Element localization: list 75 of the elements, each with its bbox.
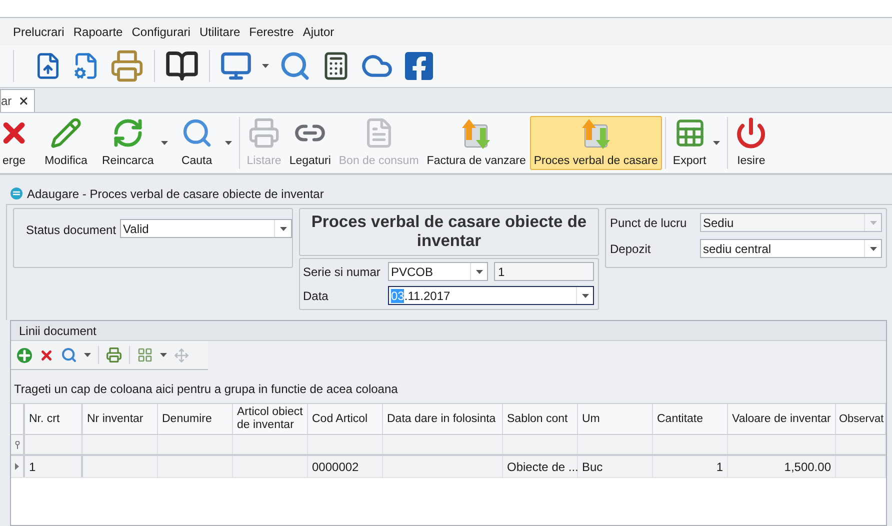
search-icon: [180, 117, 213, 149]
ribbon-button[interactable]: Iesire: [731, 116, 772, 170]
combo-box[interactable]: PVCOB: [388, 262, 488, 281]
field-label: Data: [303, 288, 330, 304]
combo-box[interactable]: Valid: [120, 219, 292, 238]
field-label: Depozit: [610, 240, 652, 258]
grid-layout-icon[interactable]: [137, 347, 153, 363]
dropdown-caret-icon[interactable]: [224, 141, 232, 145]
column-header[interactable]: Data dare in folosinta: [383, 404, 503, 434]
column-header[interactable]: Valoare de inventar: [728, 404, 836, 434]
ribbon-button[interactable]: Reincarca: [98, 116, 172, 170]
panel-title: Linii document: [19, 322, 96, 340]
menu-item[interactable]: Configurari: [128, 22, 194, 40]
table-cell: 1: [653, 456, 728, 477]
ribbon-button[interactable]: Modifica: [34, 116, 98, 170]
ribbon-button[interactable]: Proces verbal de casare: [530, 116, 662, 170]
facebook-icon[interactable]: [403, 50, 435, 82]
dropdown-caret-icon[interactable]: [84, 353, 91, 357]
ribbon-button[interactable]: Export: [668, 116, 724, 170]
table-cell: Buc: [578, 456, 653, 477]
table-cell: 1: [25, 456, 83, 477]
dropdown-caret-icon[interactable]: [582, 294, 588, 298]
column-header[interactable]: Cantitate: [653, 404, 728, 434]
table-cell: 1,500.00: [728, 456, 836, 477]
printer-icon: [248, 117, 280, 149]
power-icon: [735, 117, 768, 149]
table-cell: 0000002: [308, 456, 383, 477]
combo-box[interactable]: 03.11.2017: [388, 286, 594, 305]
combo-box[interactable]: sediu central: [700, 239, 882, 258]
refresh-icon: [112, 117, 144, 149]
menu-item[interactable]: Rapoarte: [69, 22, 127, 40]
column-header[interactable]: Sablon cont: [503, 404, 578, 434]
column-header[interactable]: Cod Articol: [308, 404, 383, 434]
field-label: Status document: [26, 222, 116, 239]
column-header[interactable]: Um: [578, 404, 653, 434]
printer-icon[interactable]: [106, 347, 122, 363]
dropdown-caret-icon[interactable]: [476, 270, 482, 274]
tab-title: ar: [1, 93, 12, 110]
field-label: Serie si numar: [303, 264, 382, 280]
book-icon[interactable]: [165, 49, 199, 83]
dropdown-caret-icon[interactable]: [280, 226, 286, 230]
field-label: Punct de lucru: [610, 214, 688, 232]
column-header[interactable]: Articol obiect de inventar: [233, 404, 308, 434]
add-icon[interactable]: [17, 348, 32, 362]
ribbon-button[interactable]: Cauta: [172, 116, 236, 170]
menu-item[interactable]: Utilitare: [195, 22, 244, 40]
search-icon[interactable]: [61, 347, 77, 363]
search-icon[interactable]: [279, 50, 311, 82]
close-icon[interactable]: [18, 95, 29, 107]
ribbon-button[interactable]: Factura de vanzare: [422, 116, 530, 170]
number-field[interactable]: 1: [494, 262, 594, 281]
document-heading: Proces verbal de casare obiecte de inventar: [310, 213, 588, 251]
column-header[interactable]: Observat: [836, 404, 886, 434]
spreadsheet-icon: [674, 117, 706, 149]
column-header[interactable]: Denumire: [158, 404, 233, 434]
ribbon-button[interactable]: Legaturi: [285, 116, 335, 170]
form-title: Adaugare - Proces verbal de casare obiecte de inventar: [27, 186, 324, 202]
filter-row-icon: [14, 440, 20, 448]
dropdown-caret-icon[interactable]: [262, 64, 269, 68]
menu-item[interactable]: Ferestre: [245, 22, 298, 40]
menu-item[interactable]: Prelucrari: [9, 22, 68, 40]
dropdown-caret-icon[interactable]: [713, 141, 720, 145]
app-logo-icon: [10, 187, 23, 200]
monitor-icon[interactable]: [220, 50, 252, 82]
group-by-hint: Trageti un cap de coloana aici pentru a grupa in functie de acea coloana: [14, 381, 398, 398]
dropdown-caret-icon[interactable]: [160, 141, 168, 145]
document-tab[interactable]: ar: [0, 89, 35, 112]
pencil-icon: [50, 117, 82, 149]
table-cell: Obiecte de ...: [503, 456, 578, 477]
dropdown-caret-icon[interactable]: [870, 246, 876, 250]
dropdown-caret-icon[interactable]: [160, 353, 167, 357]
delete-icon[interactable]: [39, 348, 54, 362]
menu-item[interactable]: Ajutor: [298, 22, 338, 40]
column-header[interactable]: Nr inventar: [83, 404, 158, 434]
ribbon-button[interactable]: erge: [0, 116, 34, 170]
